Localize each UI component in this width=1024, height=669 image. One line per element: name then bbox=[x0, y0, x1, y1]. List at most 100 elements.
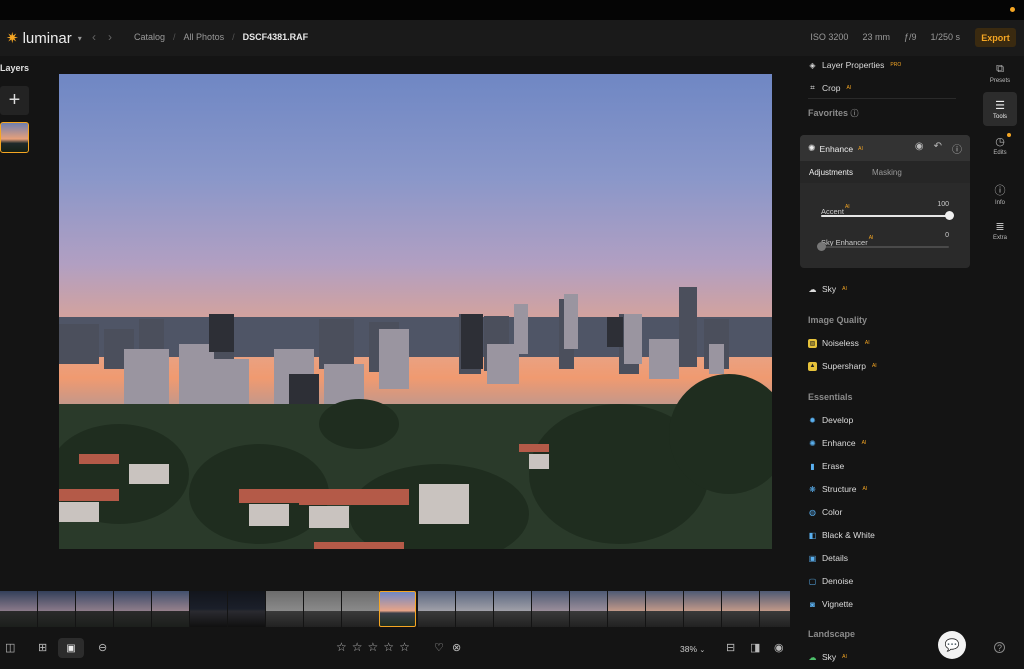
info-icon[interactable]: ⓘ bbox=[851, 109, 859, 118]
forward-arrow-icon[interactable]: › bbox=[108, 30, 112, 44]
slider-knob[interactable] bbox=[816, 242, 826, 251]
zoom-level[interactable]: 38% ⌄ bbox=[680, 644, 705, 654]
landscape-sky-item[interactable]: ☁ Sky AI bbox=[808, 652, 847, 662]
black-white-item[interactable]: ◧ Black & White bbox=[808, 530, 875, 540]
accent-slider[interactable]: AccentAI 100 bbox=[821, 201, 954, 220]
nav-arrows: ‹ › bbox=[92, 30, 112, 44]
slider-fill bbox=[821, 215, 949, 217]
develop-item[interactable]: ✹ Develop bbox=[808, 415, 853, 425]
crop-item[interactable]: ⌗ Crop AI bbox=[808, 83, 851, 93]
structure-item[interactable]: ❋ Structure AI bbox=[808, 484, 867, 494]
reset-icon[interactable]: ↶ bbox=[934, 141, 942, 156]
enhance-item[interactable]: ✺ Enhance AI bbox=[808, 438, 866, 448]
pro-badge: PRO bbox=[890, 62, 902, 68]
breadcrumb-all-photos[interactable]: All Photos bbox=[184, 32, 225, 42]
filmstrip-thumb[interactable] bbox=[152, 591, 189, 627]
eye-icon[interactable]: ◉ bbox=[915, 141, 924, 156]
layer-properties-item[interactable]: ◈ Layer Properties PRO bbox=[808, 60, 901, 70]
filmstrip-thumb[interactable] bbox=[190, 591, 227, 627]
enhance-title-label: Enhance bbox=[819, 143, 854, 154]
filmstrip-thumb[interactable] bbox=[114, 591, 151, 627]
filmstrip-thumb[interactable] bbox=[532, 591, 569, 627]
filmstrip-thumb[interactable] bbox=[608, 591, 645, 627]
exif-iso: ISO 3200 bbox=[810, 32, 849, 42]
denoise-label: Denoise bbox=[822, 576, 854, 586]
filmstrip-thumb[interactable] bbox=[760, 591, 790, 627]
slider-track[interactable] bbox=[816, 242, 949, 251]
color-item[interactable]: ◍ Color bbox=[808, 507, 842, 517]
breadcrumb-separator: / bbox=[232, 32, 235, 42]
sparkle-icon: ✺ bbox=[809, 438, 816, 448]
details-item[interactable]: ▣ Details bbox=[808, 553, 848, 563]
filmstrip-thumb[interactable] bbox=[266, 591, 303, 627]
filmstrip-thumb[interactable] bbox=[304, 591, 341, 627]
denoise-item[interactable]: ▢ Denoise bbox=[808, 576, 853, 586]
compare-view-icon[interactable]: ⊟ bbox=[726, 641, 735, 654]
slider-track[interactable] bbox=[821, 211, 954, 220]
filmstrip bbox=[0, 591, 790, 627]
reject-icon[interactable]: ⊖ bbox=[98, 641, 107, 654]
split-view-icon[interactable]: ◨ bbox=[750, 641, 760, 654]
tab-adjustments[interactable]: Adjustments bbox=[809, 168, 853, 177]
layer-thumbnail[interactable] bbox=[0, 122, 29, 153]
star-icon[interactable]: ☆ bbox=[336, 640, 347, 654]
main-photo[interactable] bbox=[59, 74, 772, 549]
sky-tool-item[interactable]: ☁ Sky AI bbox=[808, 284, 847, 294]
noiseless-item[interactable]: ▨ Noiseless AI bbox=[808, 338, 870, 348]
filmstrip-thumb[interactable] bbox=[570, 591, 607, 627]
presets-button[interactable]: ⧉ Presets bbox=[983, 56, 1017, 90]
help-icon[interactable]: ? bbox=[994, 642, 1005, 653]
star-icon[interactable]: ☆ bbox=[399, 640, 410, 654]
star-icon[interactable]: ☆ bbox=[368, 640, 379, 654]
filmstrip-thumb[interactable] bbox=[722, 591, 759, 627]
filmstrip-thumb[interactable] bbox=[38, 591, 75, 627]
preview-eye-icon[interactable]: ◉ bbox=[774, 641, 784, 654]
star-icon[interactable]: ☆ bbox=[352, 640, 363, 654]
export-button[interactable]: Export bbox=[975, 28, 1016, 47]
filmstrip-thumb[interactable] bbox=[418, 591, 455, 627]
filmstrip-thumb[interactable] bbox=[684, 591, 721, 627]
info-button[interactable]: ⓘ Info bbox=[983, 177, 1017, 211]
filmstrip-thumb[interactable] bbox=[342, 591, 379, 627]
erase-label: Erase bbox=[822, 461, 845, 471]
tab-masking[interactable]: Masking bbox=[872, 168, 902, 177]
chevron-down-icon: ▾ bbox=[77, 33, 82, 43]
add-layer-button[interactable]: + bbox=[0, 86, 29, 115]
sidebar-toggle-icon[interactable]: ◫ bbox=[5, 641, 15, 654]
tools-button[interactable]: ☰ Tools bbox=[983, 92, 1017, 126]
landscape-title: Landscape bbox=[808, 629, 856, 639]
enhance-header[interactable]: ✺ Enhance AI ◉ ↶ ⓘ bbox=[800, 135, 970, 161]
extra-button[interactable]: ≣ Extra bbox=[983, 213, 1017, 247]
black-white-label: Black & White bbox=[822, 530, 875, 540]
ai-badge: AI bbox=[844, 203, 850, 210]
luminar-logo-icon: ✷ bbox=[6, 30, 19, 47]
slider-knob[interactable] bbox=[944, 211, 954, 220]
reject-x-icon[interactable]: ⊗ bbox=[452, 641, 461, 654]
ai-badge: AI bbox=[842, 654, 847, 660]
erase-item[interactable]: ▮ Erase bbox=[808, 461, 844, 471]
filmstrip-thumb-selected[interactable] bbox=[379, 591, 416, 627]
breadcrumb-catalog[interactable]: Catalog bbox=[134, 32, 165, 42]
back-arrow-icon[interactable]: ‹ bbox=[92, 30, 96, 44]
header: ✷ luminar ▾ ‹ › Catalog / All Photos / D… bbox=[0, 20, 1024, 56]
app-logo[interactable]: ✷ luminar ▾ bbox=[6, 29, 82, 48]
star-icon[interactable]: ☆ bbox=[383, 640, 394, 654]
supersharp-item[interactable]: ▲ Supersharp AI bbox=[808, 361, 877, 371]
star-rating: ☆ ☆ ☆ ☆ ☆ bbox=[336, 640, 410, 654]
filmstrip-thumb[interactable] bbox=[456, 591, 493, 627]
grid-view-icon[interactable]: ⊞ bbox=[38, 641, 47, 654]
chat-assistant-button[interactable]: 💬 bbox=[938, 631, 966, 659]
filmstrip-thumb[interactable] bbox=[0, 591, 37, 627]
vignette-item[interactable]: ◙ Vignette bbox=[808, 599, 853, 609]
exif-focal: 23 mm bbox=[862, 32, 890, 42]
ai-badge: AI bbox=[842, 286, 847, 292]
filmstrip-thumb[interactable] bbox=[494, 591, 531, 627]
filmstrip-thumb[interactable] bbox=[228, 591, 265, 627]
filmstrip-thumb[interactable] bbox=[646, 591, 683, 627]
filmstrip-thumb[interactable] bbox=[76, 591, 113, 627]
info-icon[interactable]: ⓘ bbox=[952, 141, 962, 156]
heart-icon[interactable]: ♡ bbox=[434, 641, 444, 654]
single-view-button[interactable]: ▣ bbox=[58, 638, 84, 658]
sky-enhancer-slider[interactable]: Sky EnhancerAI 0 bbox=[816, 232, 949, 251]
edits-button[interactable]: ◷ Edits bbox=[983, 128, 1017, 162]
